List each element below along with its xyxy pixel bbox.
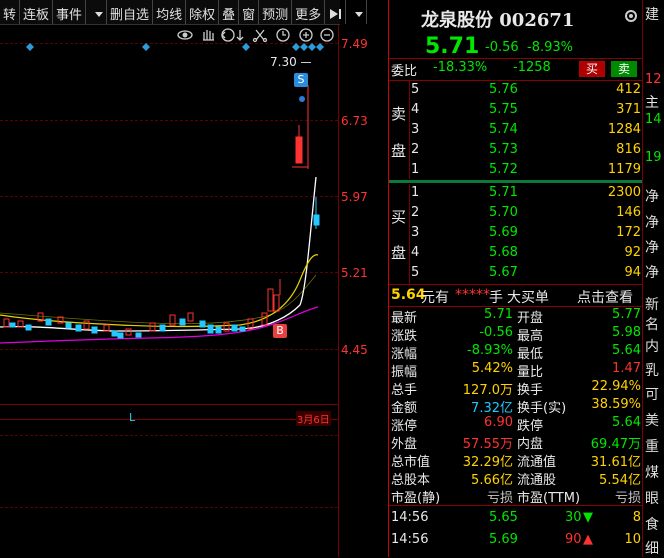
- divider: [389, 505, 643, 506]
- price-axis-label: 4.45: [341, 343, 368, 357]
- bid-ask-divider: [389, 180, 643, 183]
- bid-row-3[interactable]: 3 5.69 172: [389, 225, 643, 243]
- price-change-pct: -8.93%: [527, 40, 573, 55]
- sell-signal-marker[interactable]: S: [294, 73, 308, 87]
- toolbar-item-forecast[interactable]: 预测: [259, 0, 293, 24]
- right-edge-panel: 建 12 主 14 19 净 净 净 净 新 名 内 乳 可 美 重 煤 眼 食…: [642, 0, 664, 557]
- settings-button[interactable]: [623, 8, 639, 28]
- arrow-right-icon: [330, 9, 342, 19]
- divider: [389, 80, 643, 81]
- toolbar-item-window[interactable]: 窗: [239, 0, 260, 24]
- stock-name: 龙泉股份: [421, 10, 493, 31]
- big-order-row[interactable]: 5.64 元有 ***** 手 大买单 点击查看: [389, 287, 643, 307]
- stock-title: 龙泉股份 002671: [421, 6, 574, 32]
- quote-row: 总市值 32.29亿 流通值 31.61亿: [391, 455, 641, 470]
- weibi-diff: -1258: [513, 60, 551, 75]
- buy-button[interactable]: 买: [579, 61, 605, 77]
- quote-row: 涨幅 -8.93% 最低 5.64: [391, 343, 641, 362]
- quote-row: 振幅 5.42% 量比 1.47: [391, 361, 641, 380]
- top-toolbar: 转 连板 事件 删自选 均线 除权 叠 窗 预测 更多: [0, 0, 368, 25]
- gear-icon: [625, 10, 637, 22]
- expand-arrow-button[interactable]: [325, 0, 347, 24]
- tick-row: 14:56 5.69 90 ▲ 10: [391, 532, 641, 547]
- toolbar-item-exright[interactable]: 除权: [186, 0, 220, 24]
- ask-row-4[interactable]: 4 5.75 371: [389, 102, 643, 120]
- quote-row: 金额 7.32亿 换手(实) 38.59%: [391, 397, 641, 416]
- ask-row-1[interactable]: 1 5.72 1179: [389, 162, 643, 180]
- view-big-order-link[interactable]: 点击查看: [577, 287, 633, 307]
- last-price: 5.71: [425, 34, 480, 59]
- chevron-down-icon: [95, 11, 104, 17]
- quote-row: 涨停 6.90 跌停 5.64: [391, 415, 641, 434]
- chevron-down-icon: [355, 11, 364, 17]
- price-change: -0.56: [485, 40, 519, 55]
- quote-row: 总股本 5.66亿 流通股 5.54亿: [391, 473, 641, 488]
- grid-line: [0, 435, 338, 436]
- ask-row-3[interactable]: 3 5.74 1284: [389, 122, 643, 140]
- bid-row-1[interactable]: 1 5.71 2300: [389, 185, 643, 203]
- date-tag: 3月6日: [296, 411, 331, 426]
- buy-signal-marker[interactable]: B: [273, 324, 287, 338]
- price-axis-label: 5.97: [341, 190, 368, 204]
- bid-row-4[interactable]: 4 5.68 92: [389, 245, 643, 263]
- toolbar-dropdown[interactable]: [346, 0, 368, 24]
- quote-row: 市盈(静) 亏损 市盈(TTM) 亏损: [391, 491, 641, 506]
- toolbar-item-event[interactable]: 事件: [53, 0, 87, 24]
- axis-divider: [338, 25, 339, 557]
- grid-line: [0, 507, 338, 508]
- toolbar-item-ma[interactable]: 均线: [153, 0, 187, 24]
- tick-row: 14:56 5.65 30 ▼ 8: [391, 510, 641, 525]
- toolbar-item-lianban[interactable]: 连板: [20, 0, 54, 24]
- ask-row-5[interactable]: 5 5.76 412: [389, 82, 643, 100]
- toolbar-item-zhuan[interactable]: 转: [0, 0, 21, 24]
- event-dropdown[interactable]: [86, 0, 108, 24]
- weibi-label: 委比: [391, 64, 418, 79]
- toolbar-item-more[interactable]: 更多: [292, 0, 326, 24]
- weibi-pct: -18.33%: [433, 60, 488, 75]
- price-axis-label: 7.49: [341, 37, 368, 51]
- pane-divider: [0, 419, 338, 420]
- bid-row-2[interactable]: 2 5.70 146: [389, 205, 643, 223]
- quote-panel: 龙泉股份 002671 5.71 -0.56 -8.93% 委比 -18.33%…: [388, 0, 643, 557]
- price-axis-label: 6.73: [341, 114, 368, 128]
- candlestick-series: [0, 85, 320, 344]
- divider: [389, 58, 643, 59]
- x-axis-marker: L: [129, 411, 136, 424]
- divider: [389, 284, 643, 285]
- quote-row: 最新 5.71 开盘 5.77: [391, 307, 641, 326]
- quote-row: 涨跌 -0.56 最高 5.98: [391, 325, 641, 344]
- arrow-up-icon: ▲: [583, 532, 593, 547]
- kline-chart[interactable]: 7.49 6.73 5.97 5.21 4.45 7.30 S B L 3月6日: [0, 25, 388, 557]
- ask-row-2[interactable]: 2 5.73 816: [389, 142, 643, 160]
- quote-row: 外盘 57.55万 内盘 69.47万: [391, 437, 641, 452]
- bid-row-5[interactable]: 5 5.67 94: [389, 265, 643, 283]
- weibi-row: 委比 -18.33% -1258 买 卖: [389, 60, 643, 79]
- price-axis-label: 5.21: [341, 266, 368, 280]
- toolbar-item-remove-watchlist[interactable]: 删自选: [107, 0, 154, 24]
- high-price-annotation: 7.30: [270, 55, 311, 69]
- stock-code: 002671: [499, 10, 575, 31]
- sell-button[interactable]: 卖: [611, 61, 637, 77]
- arrow-down-icon: ▼: [583, 510, 593, 525]
- toolbar-item-overlay[interactable]: 叠: [219, 0, 240, 24]
- quote-row: 总手 127.0万 换手 22.94%: [391, 379, 641, 398]
